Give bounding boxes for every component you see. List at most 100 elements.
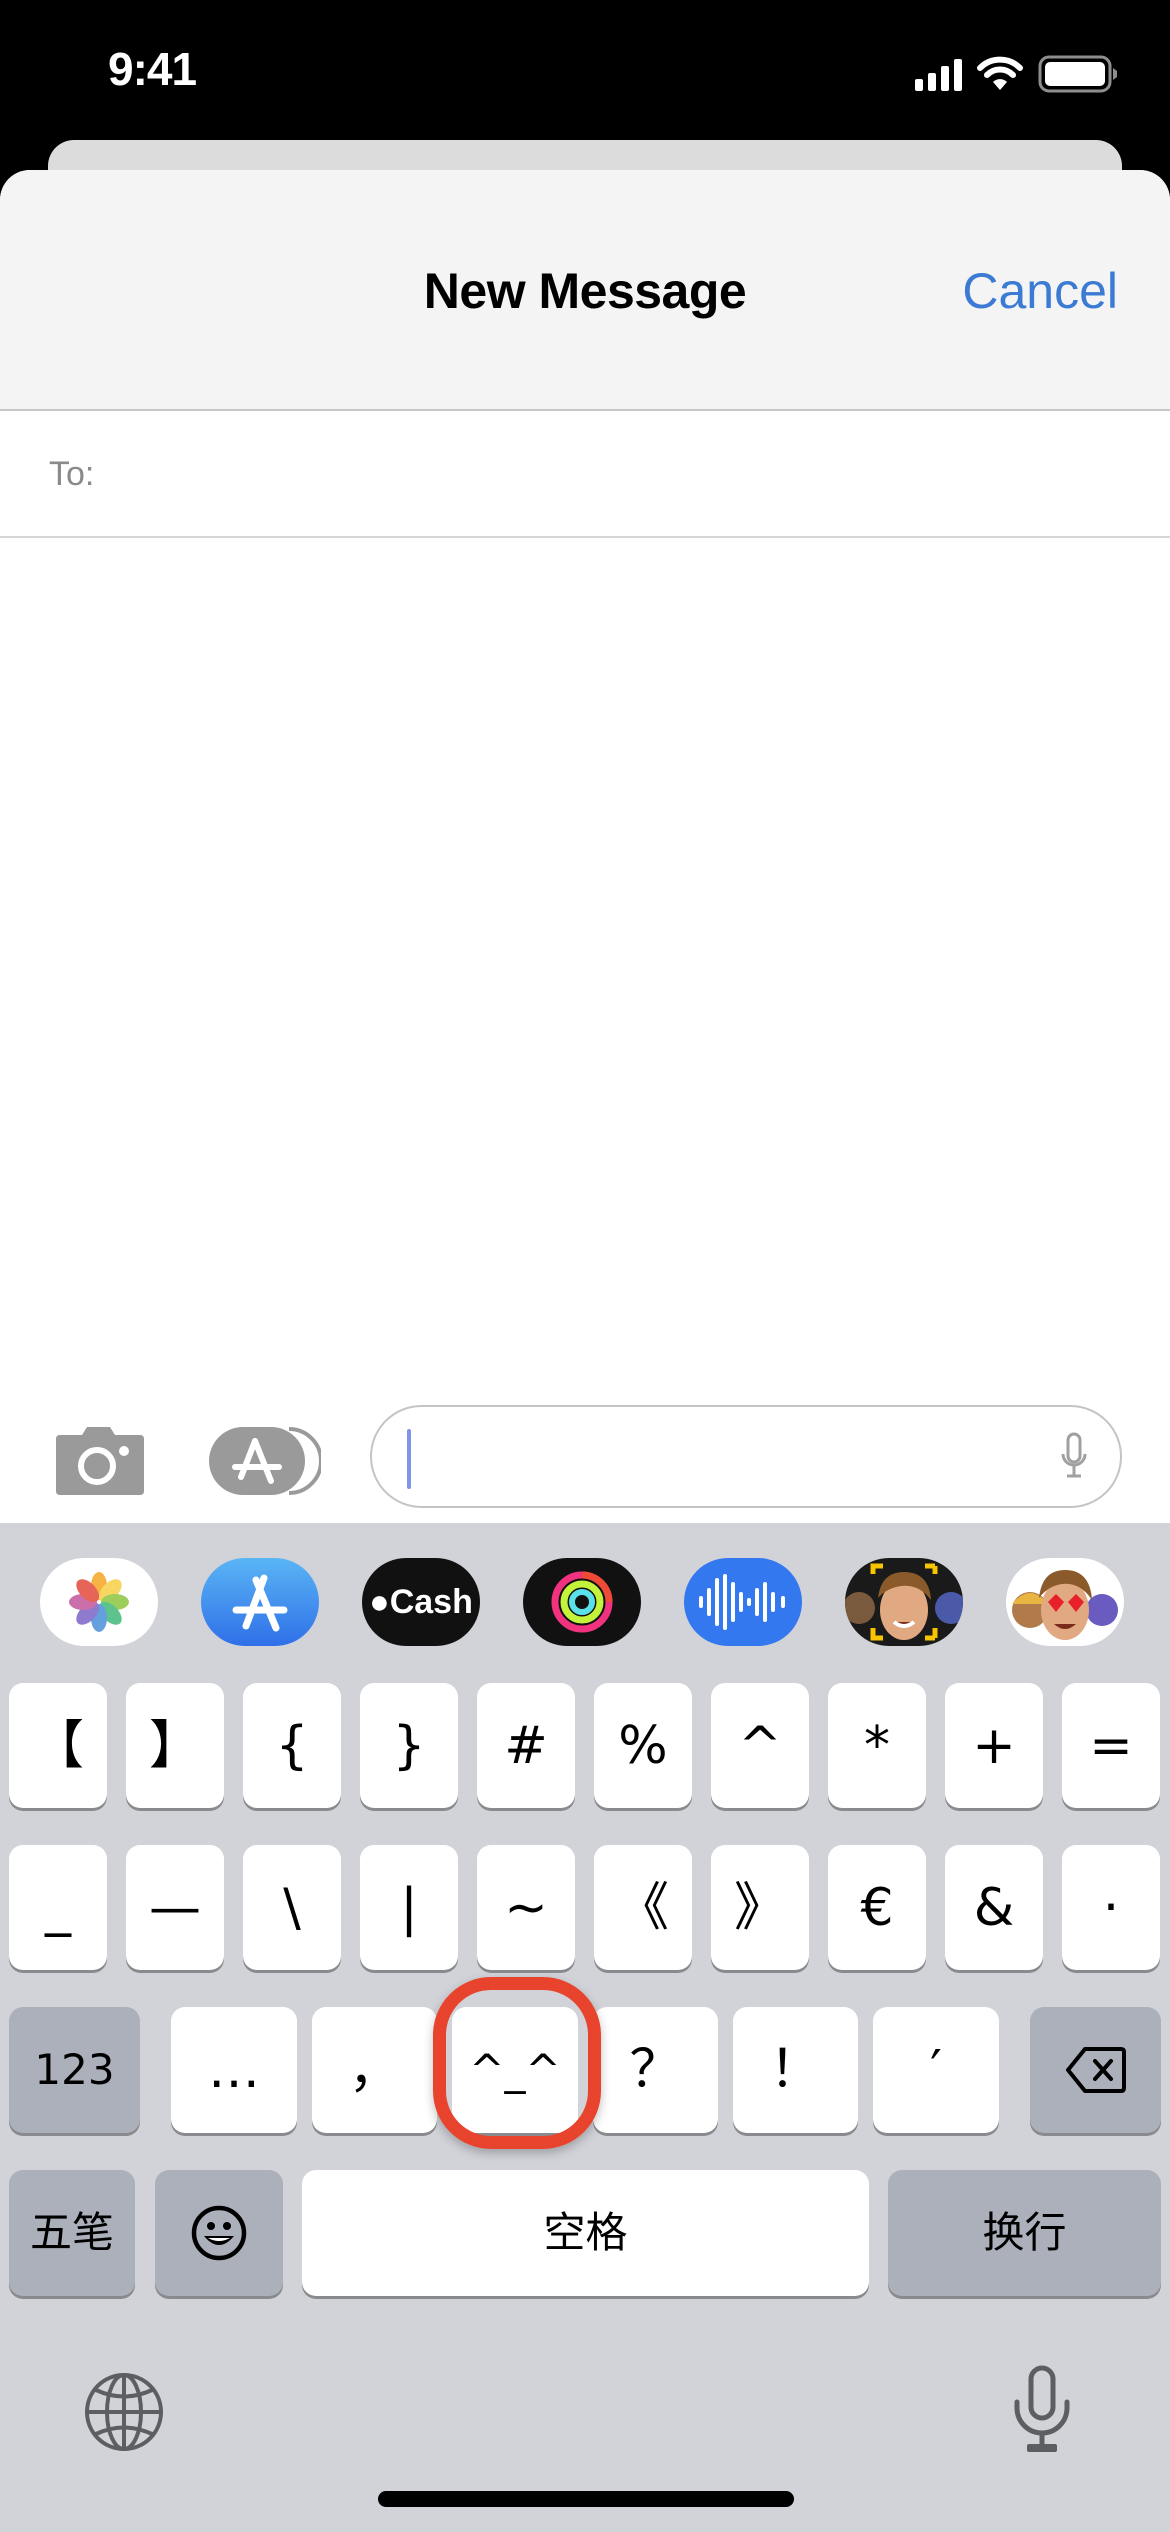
nav-bar: New Message Cancel (0, 170, 1170, 411)
cancel-button[interactable]: Cancel (962, 262, 1118, 320)
key-label: ？ (629, 2040, 682, 2100)
key-euro[interactable]: € (828, 1845, 926, 1970)
key-label: * (864, 1715, 890, 1776)
key-em-dash[interactable]: — (126, 1845, 224, 1970)
key-percent[interactable]: % (594, 1683, 692, 1808)
to-label: To: (49, 455, 95, 493)
key-label: 五笔 (29, 2208, 114, 2257)
key-label: 【 (31, 1715, 84, 1776)
key-label: \ (283, 1877, 301, 1938)
key-label: ！ (769, 2040, 822, 2100)
key-caret[interactable]: ^ (711, 1683, 809, 1808)
key-label: + (972, 1715, 1016, 1776)
key-asterisk[interactable]: * (828, 1683, 926, 1808)
cellular-signal-icon (915, 57, 962, 91)
activity-app-button[interactable] (523, 1558, 641, 1646)
recipient-input[interactable] (120, 443, 1120, 503)
message-input[interactable] (370, 1405, 1122, 1508)
key-left-lenticular-bracket[interactable]: 【 (9, 1683, 107, 1808)
key-label: _ (45, 1877, 71, 1938)
dictation-microphone-icon[interactable] (1013, 2364, 1071, 2454)
app-store-icon (232, 1574, 288, 1632)
key-label: ^_^ (469, 2045, 561, 2094)
space-key[interactable]: 空格 (302, 2170, 869, 2296)
key-label: | (400, 1877, 418, 1938)
key-label: = (1089, 1715, 1133, 1776)
compose-bar (0, 1405, 1170, 1523)
microphone-icon[interactable] (1060, 1432, 1088, 1482)
key-equals[interactable]: = (1062, 1683, 1160, 1808)
status-time: 9:41 (108, 43, 197, 95)
app-strip: ●Cash (0, 1558, 1170, 1648)
memoji-camera-app-button[interactable] (845, 1558, 963, 1646)
apple-cash-icon: ●Cash (369, 1582, 473, 1621)
photos-icon (69, 1572, 129, 1632)
key-right-brace[interactable]: } (360, 1683, 458, 1808)
key-middle-dot[interactable]: · (1062, 1845, 1160, 1970)
input-method-key[interactable]: 五笔 (9, 2170, 135, 2296)
key-label: € (860, 1877, 894, 1938)
key-label: { (275, 1715, 309, 1776)
key-hash[interactable]: # (477, 1683, 575, 1808)
app-store-app-button[interactable] (201, 1558, 319, 1646)
key-label: } (392, 1715, 426, 1776)
photos-app-button[interactable] (40, 1558, 158, 1646)
key-left-double-angle[interactable]: 《 (594, 1845, 692, 1970)
home-indicator[interactable] (378, 2491, 794, 2507)
key-plus[interactable]: + (945, 1683, 1043, 1808)
key-kaomoji[interactable]: ^_^ (452, 2007, 578, 2133)
memoji-stickers-app-button[interactable] (1006, 1558, 1124, 1646)
apple-cash-app-button[interactable]: ●Cash (362, 1558, 480, 1646)
key-pipe[interactable]: | (360, 1845, 458, 1970)
key-label: ^ (738, 1715, 782, 1776)
key-backslash[interactable]: \ (243, 1845, 341, 1970)
status-bar: 9:41 (0, 0, 1170, 140)
key-question-mark[interactable]: ？ (593, 2007, 718, 2133)
key-tilde[interactable]: ~ (477, 1845, 575, 1970)
key-exclamation-mark[interactable]: ！ (733, 2007, 858, 2133)
to-row: To: (0, 413, 1170, 538)
key-label: 空格 (543, 2208, 628, 2257)
activity-rings-icon (551, 1571, 613, 1633)
key-label: 】 (148, 1715, 201, 1776)
delete-key[interactable] (1030, 2007, 1161, 2133)
key-label: … (208, 2040, 260, 2100)
text-caret (407, 1429, 411, 1489)
keyboard: ●Cash 【 】 {} # % ^ * + = _ — \ | ~ 《 》 … (0, 1523, 1170, 2532)
key-ampersand[interactable]: & (945, 1845, 1043, 1970)
key-right-double-angle[interactable]: 》 (711, 1845, 809, 1970)
emoji-icon (191, 2205, 247, 2261)
voice-memo-app-button[interactable] (684, 1558, 802, 1646)
globe-icon[interactable] (84, 2371, 164, 2453)
key-label: — (149, 1877, 201, 1938)
memoji-camera-icon (845, 1563, 963, 1641)
key-label: 》 (733, 1877, 786, 1938)
key-label: ， (348, 2040, 401, 2100)
memoji-stickers-icon (1012, 1570, 1118, 1640)
key-label: & (973, 1877, 1015, 1938)
status-icons (915, 55, 1118, 93)
key-comma[interactable]: ， (312, 2007, 437, 2133)
battery-icon (1038, 55, 1117, 93)
key-label: % (618, 1715, 668, 1776)
emoji-key[interactable] (155, 2170, 283, 2296)
key-label: 123 (34, 2045, 115, 2094)
camera-icon[interactable] (54, 1425, 146, 1497)
wifi-icon (977, 56, 1023, 90)
audio-waveform-icon (699, 1574, 785, 1630)
key-ellipsis[interactable]: … (171, 2007, 297, 2133)
key-label: 《 (616, 1877, 669, 1938)
key-prime[interactable]: ′ (873, 2007, 999, 2133)
key-left-brace[interactable]: { (243, 1683, 341, 1808)
key-label: ′ (930, 2040, 942, 2100)
key-label: # (504, 1715, 548, 1776)
backspace-icon (1065, 2047, 1126, 2093)
numbers-mode-key[interactable]: 123 (9, 2007, 140, 2133)
return-key[interactable]: 换行 (888, 2170, 1161, 2296)
key-label: ~ (504, 1877, 548, 1938)
key-label: 换行 (982, 2208, 1067, 2257)
key-underscore[interactable]: _ (9, 1845, 107, 1970)
app-store-icon[interactable] (209, 1425, 321, 1497)
key-label: · (1102, 1877, 1120, 1938)
key-right-lenticular-bracket[interactable]: 】 (126, 1683, 224, 1808)
